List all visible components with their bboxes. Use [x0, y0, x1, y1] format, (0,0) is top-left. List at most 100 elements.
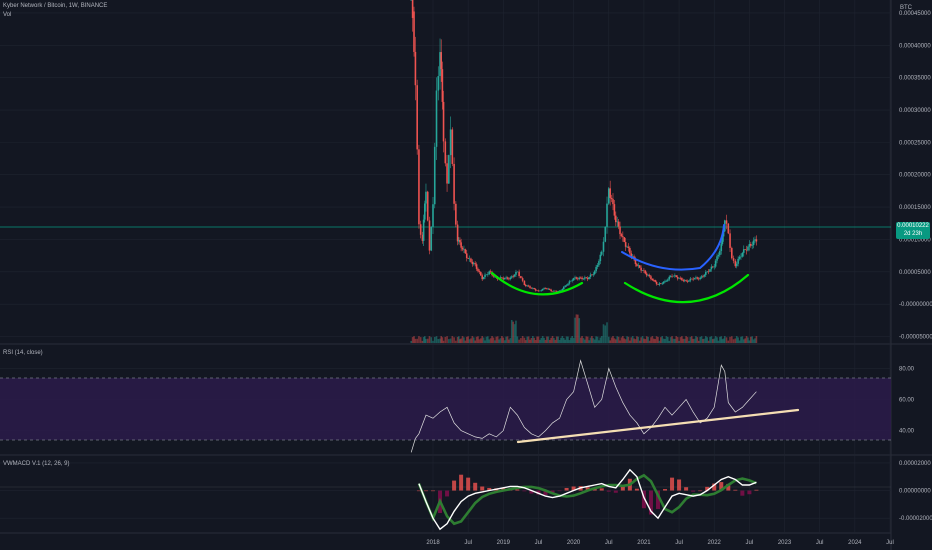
grid	[0, 0, 891, 533]
candle-body	[484, 274, 486, 278]
candle-body	[472, 263, 475, 265]
time-tick-label: 2023	[778, 540, 792, 546]
volume-bar	[626, 336, 628, 343]
candle-body	[644, 270, 647, 274]
candle-body	[600, 251, 603, 255]
macd-hist-bar	[740, 490, 745, 496]
candle-body	[513, 274, 516, 277]
candle-body	[607, 188, 610, 204]
candle-body	[702, 276, 704, 277]
candle-body	[712, 266, 714, 268]
candle-body	[413, 11, 415, 52]
candle-body	[553, 290, 555, 292]
candle-body	[717, 255, 720, 257]
volume-bar	[665, 336, 668, 343]
volume-bar	[620, 337, 623, 343]
candle-body	[562, 286, 565, 290]
candle-body	[516, 271, 519, 273]
candle-body	[692, 278, 694, 280]
volume-bar	[410, 341, 413, 343]
volume-bar	[550, 337, 552, 343]
candle-body	[700, 276, 703, 278]
candle-body	[502, 278, 505, 280]
volume-bar	[510, 320, 513, 343]
candle-body	[727, 223, 730, 234]
candle-body	[679, 277, 682, 279]
volume-bar	[700, 336, 703, 343]
time-tick-label: 2018	[426, 540, 440, 546]
rounding-bottom-arc-2[interactable]	[623, 273, 750, 304]
candle-body	[658, 283, 661, 285]
volume-bar	[484, 340, 486, 343]
candle-body	[610, 197, 613, 200]
candle-body	[732, 258, 735, 261]
volume-bar	[430, 337, 433, 343]
candle-body	[565, 285, 568, 286]
volume-label: Vol	[3, 12, 12, 18]
volume-bar	[702, 338, 704, 343]
volume-bar	[508, 339, 510, 343]
candle-body	[703, 274, 706, 277]
candle-body	[747, 246, 749, 251]
volume-bar	[596, 336, 599, 343]
volume-bar	[645, 336, 648, 343]
chart-canvas[interactable]: 0.00045000 0.00040000 0.00035000 0.00030000…	[0, 0, 932, 550]
candle-body	[448, 155, 450, 184]
volume-bar	[716, 337, 718, 343]
price-tick-label: 0.00025000	[899, 140, 931, 146]
candle-body	[706, 271, 708, 273]
blue-curve-drawing[interactable]	[621, 224, 725, 271]
candle-body	[530, 287, 533, 289]
volume-bar	[425, 338, 427, 343]
macd-hist-bar	[733, 489, 738, 491]
candle-body	[579, 277, 582, 279]
rsi-label: RSI (14, close)	[3, 350, 43, 356]
candle-body	[546, 288, 548, 289]
candle-body	[561, 289, 564, 291]
candle-body	[468, 258, 471, 260]
macd-hist-bar	[445, 490, 450, 497]
vwmacd-label: VWMACD V.1 (12, 26, 9)	[3, 461, 70, 467]
volume-bar	[654, 339, 656, 343]
volume-bar	[444, 336, 447, 343]
candle-body	[432, 204, 434, 227]
volume-bar	[481, 336, 484, 343]
volume-bar	[607, 336, 610, 343]
volume-bar	[643, 338, 645, 343]
volume-bar	[634, 339, 637, 343]
volume-bar	[747, 337, 749, 343]
volume-bar	[532, 336, 534, 343]
volume-bar	[710, 336, 713, 343]
candle-body	[461, 247, 464, 250]
volume-bar	[584, 339, 586, 343]
volume-bar	[540, 337, 543, 343]
candle-body	[588, 276, 590, 280]
candle-body	[575, 277, 578, 279]
candle-body	[734, 260, 737, 267]
candle-body	[453, 163, 455, 204]
volume-bar	[533, 337, 536, 343]
volume-bar	[725, 337, 728, 343]
macd-hist-bar	[473, 482, 478, 491]
volume-bar	[455, 340, 457, 343]
volume-bar	[641, 336, 644, 343]
candle-body	[738, 256, 741, 259]
volume-bar	[679, 337, 682, 343]
candle-body	[586, 278, 589, 280]
candle-body	[512, 276, 514, 278]
price-tick-label: 0.00020000	[899, 173, 931, 179]
volume-bar	[546, 336, 548, 343]
volume-bar	[706, 337, 708, 343]
volume-bar	[732, 339, 735, 343]
candle-body	[548, 288, 551, 290]
candle-body	[435, 90, 438, 147]
candle-body	[606, 203, 608, 227]
volume-bar	[472, 337, 475, 343]
candle-body	[506, 277, 509, 279]
candle-body	[441, 69, 444, 102]
volume-bar	[433, 336, 436, 343]
volume-bar	[704, 336, 707, 343]
volume-bar	[622, 336, 624, 343]
candle-body	[539, 290, 541, 292]
volume-bar	[426, 338, 429, 343]
